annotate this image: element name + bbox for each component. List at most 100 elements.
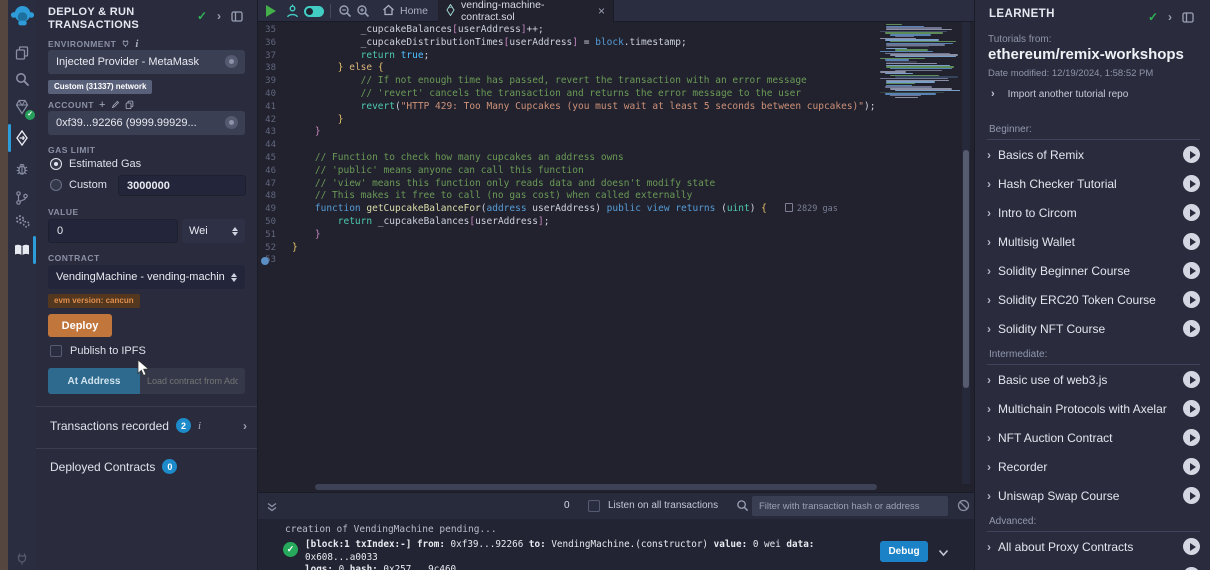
import-tutorial-repo[interactable]: › Import another tutorial repo: [991, 88, 1128, 100]
publish-ipfs-row[interactable]: Publish to IPFS: [50, 345, 146, 357]
custom-gas-input[interactable]: [118, 175, 246, 196]
copy-account-icon[interactable]: [125, 100, 134, 111]
terminal-filter-input[interactable]: [752, 496, 948, 516]
code-line[interactable]: 38 } else {: [258, 62, 878, 75]
code-line[interactable]: 53: [258, 254, 878, 267]
close-tab-icon[interactable]: ×: [598, 4, 605, 18]
terminal-expand-icon[interactable]: [266, 500, 278, 518]
environment-settings-icon[interactable]: [225, 55, 238, 68]
transactions-info-icon[interactable]: i: [198, 420, 201, 432]
code-line[interactable]: 42 }: [258, 114, 878, 127]
editor-horizontal-scrollbar[interactable]: [315, 484, 877, 490]
copilot-toggle[interactable]: [304, 6, 324, 17]
play-tutorial-icon[interactable]: [1183, 371, 1200, 388]
estimated-gas-radio[interactable]: [50, 158, 62, 170]
play-tutorial-icon[interactable]: [1183, 291, 1200, 308]
deployed-contracts-row[interactable]: Deployed Contracts 0: [50, 459, 177, 474]
debugger-icon[interactable]: [8, 156, 36, 182]
code-line[interactable]: 51 }: [258, 229, 878, 242]
edit-account-icon[interactable]: [111, 100, 120, 111]
tutorial-item[interactable]: ›Hash Checker Tutorial: [987, 169, 1200, 198]
debug-button[interactable]: Debug: [880, 541, 928, 562]
tab-active-file[interactable]: vending-machine-contract.sol ×: [438, 0, 614, 22]
listen-all-checkbox[interactable]: [588, 500, 600, 512]
code-line[interactable]: 52}: [258, 242, 878, 255]
zoom-in-icon[interactable]: [356, 4, 370, 23]
code-line[interactable]: 43 }: [258, 126, 878, 139]
editor-minimap[interactable]: [880, 24, 960, 98]
play-tutorial-icon[interactable]: [1183, 233, 1200, 250]
editor-vertical-scrollbar[interactable]: [962, 22, 970, 484]
tutorial-item[interactable]: ›Basic use of web3.js: [987, 365, 1200, 394]
code-line[interactable]: 40 // 'revert' cancels the transaction a…: [258, 88, 878, 101]
custom-gas-radio[interactable]: [50, 179, 62, 191]
tutorial-item[interactable]: ›Solidity ERC20 Token Course: [987, 285, 1200, 314]
tx-expand-icon[interactable]: [938, 544, 949, 562]
environment-select[interactable]: Injected Provider - MetaMask: [48, 50, 245, 74]
code-line[interactable]: 50 return _cupcakeBalances[userAddress];: [258, 216, 878, 229]
code-line[interactable]: 37 return true;: [258, 50, 878, 63]
code-line[interactable]: 41 revert("HTTP 429: Too Many Cupcakes (…: [258, 101, 878, 114]
tutorial-item[interactable]: ›Multichain Protocols with Axelar: [987, 394, 1200, 423]
at-address-input[interactable]: [140, 368, 245, 394]
transactions-recorded-row[interactable]: Transactions recorded 2 i ›: [50, 418, 247, 433]
plug-bottom-icon[interactable]: [8, 546, 36, 570]
code-line[interactable]: 46 // 'public' means anyone can call thi…: [258, 165, 878, 178]
transactions-expand-icon[interactable]: ›: [243, 419, 247, 433]
tutorial-item[interactable]: ›All about Proxy Contracts: [987, 532, 1200, 561]
run-script-icon[interactable]: [266, 5, 276, 17]
code-line[interactable]: 39 // If not enough time has passed, rev…: [258, 75, 878, 88]
breakpoint-dot[interactable]: [261, 257, 269, 265]
tutorial-item[interactable]: ›Intro to Circom: [987, 198, 1200, 227]
play-tutorial-icon[interactable]: [1183, 262, 1200, 279]
account-settings-icon[interactable]: [225, 116, 238, 129]
tutorial-item[interactable]: ›Solidity Beginner Course: [987, 256, 1200, 285]
play-tutorial-icon[interactable]: [1183, 400, 1200, 417]
tutorial-item[interactable]: ›Solidity NFT Course: [987, 314, 1200, 343]
play-tutorial-icon[interactable]: [1183, 146, 1200, 163]
zoom-out-icon[interactable]: [338, 4, 352, 23]
environment-info-icon[interactable]: i: [135, 38, 139, 50]
value-input[interactable]: [48, 219, 178, 243]
solidity-compiler-icon[interactable]: ✓: [8, 94, 36, 120]
value-unit-select[interactable]: Wei: [182, 219, 245, 243]
deploy-button[interactable]: Deploy: [48, 314, 112, 337]
play-tutorial-icon[interactable]: [1183, 320, 1200, 337]
code-editor[interactable]: 35 _cupcakeBalances[userAddress]++;36 _c…: [258, 24, 878, 267]
scrollbar-thumb[interactable]: [963, 150, 969, 388]
play-tutorial-icon[interactable]: [1183, 204, 1200, 221]
play-tutorial-icon[interactable]: [1183, 458, 1200, 475]
learneth-icon[interactable]: [8, 237, 36, 263]
deploy-run-icon[interactable]: [8, 125, 36, 151]
search-icon[interactable]: [8, 66, 36, 92]
file-explorer-icon[interactable]: [8, 40, 36, 66]
play-tutorial-icon[interactable]: [1183, 538, 1200, 555]
code-line[interactable]: 49 function getCupcakeBalanceFor(address…: [258, 203, 878, 216]
tx-log-line[interactable]: [block:1 txIndex:-] from: 0xf39...92266 …: [305, 539, 875, 570]
tutorial-item[interactable]: ›Multisig Wallet: [987, 227, 1200, 256]
learneth-collapse-icon[interactable]: ›: [1168, 10, 1172, 24]
learneth-pin-icon[interactable]: [1182, 12, 1194, 23]
gas-custom-option[interactable]: Custom: [50, 179, 107, 191]
code-line[interactable]: 35 _cupcakeBalances[userAddress]++;: [258, 24, 878, 37]
code-line[interactable]: 44: [258, 139, 878, 152]
account-select[interactable]: 0xf39...92266 (9999.99929...: [48, 111, 245, 135]
tutorial-item[interactable]: ›Deploy with Libraries: [987, 561, 1200, 570]
clear-console-icon[interactable]: [957, 499, 970, 517]
code-line[interactable]: 36 _cupcakeDistributionTimes[userAddress…: [258, 37, 878, 50]
gas-estimated-option[interactable]: Estimated Gas: [50, 158, 141, 170]
panel-collapse-icon[interactable]: ›: [217, 9, 221, 23]
tutorial-item[interactable]: ›Recorder: [987, 452, 1200, 481]
code-line[interactable]: 48 // This makes it free to call (no gas…: [258, 190, 878, 203]
tutorial-item[interactable]: ›Uniswap Swap Course: [987, 481, 1200, 510]
panel-pin-icon[interactable]: [231, 11, 243, 22]
tab-home[interactable]: Home: [370, 0, 441, 22]
add-account-icon[interactable]: +: [99, 99, 106, 111]
contract-select[interactable]: VendingMachine - vending-machin: [48, 265, 245, 289]
play-tutorial-icon[interactable]: [1183, 429, 1200, 446]
tutorial-item[interactable]: ›NFT Auction Contract: [987, 423, 1200, 452]
code-line[interactable]: 45 // Function to check how many cupcake…: [258, 152, 878, 165]
play-tutorial-icon[interactable]: [1183, 175, 1200, 192]
remix-ai-icon[interactable]: [286, 4, 299, 23]
at-address-button[interactable]: At Address: [48, 368, 140, 394]
